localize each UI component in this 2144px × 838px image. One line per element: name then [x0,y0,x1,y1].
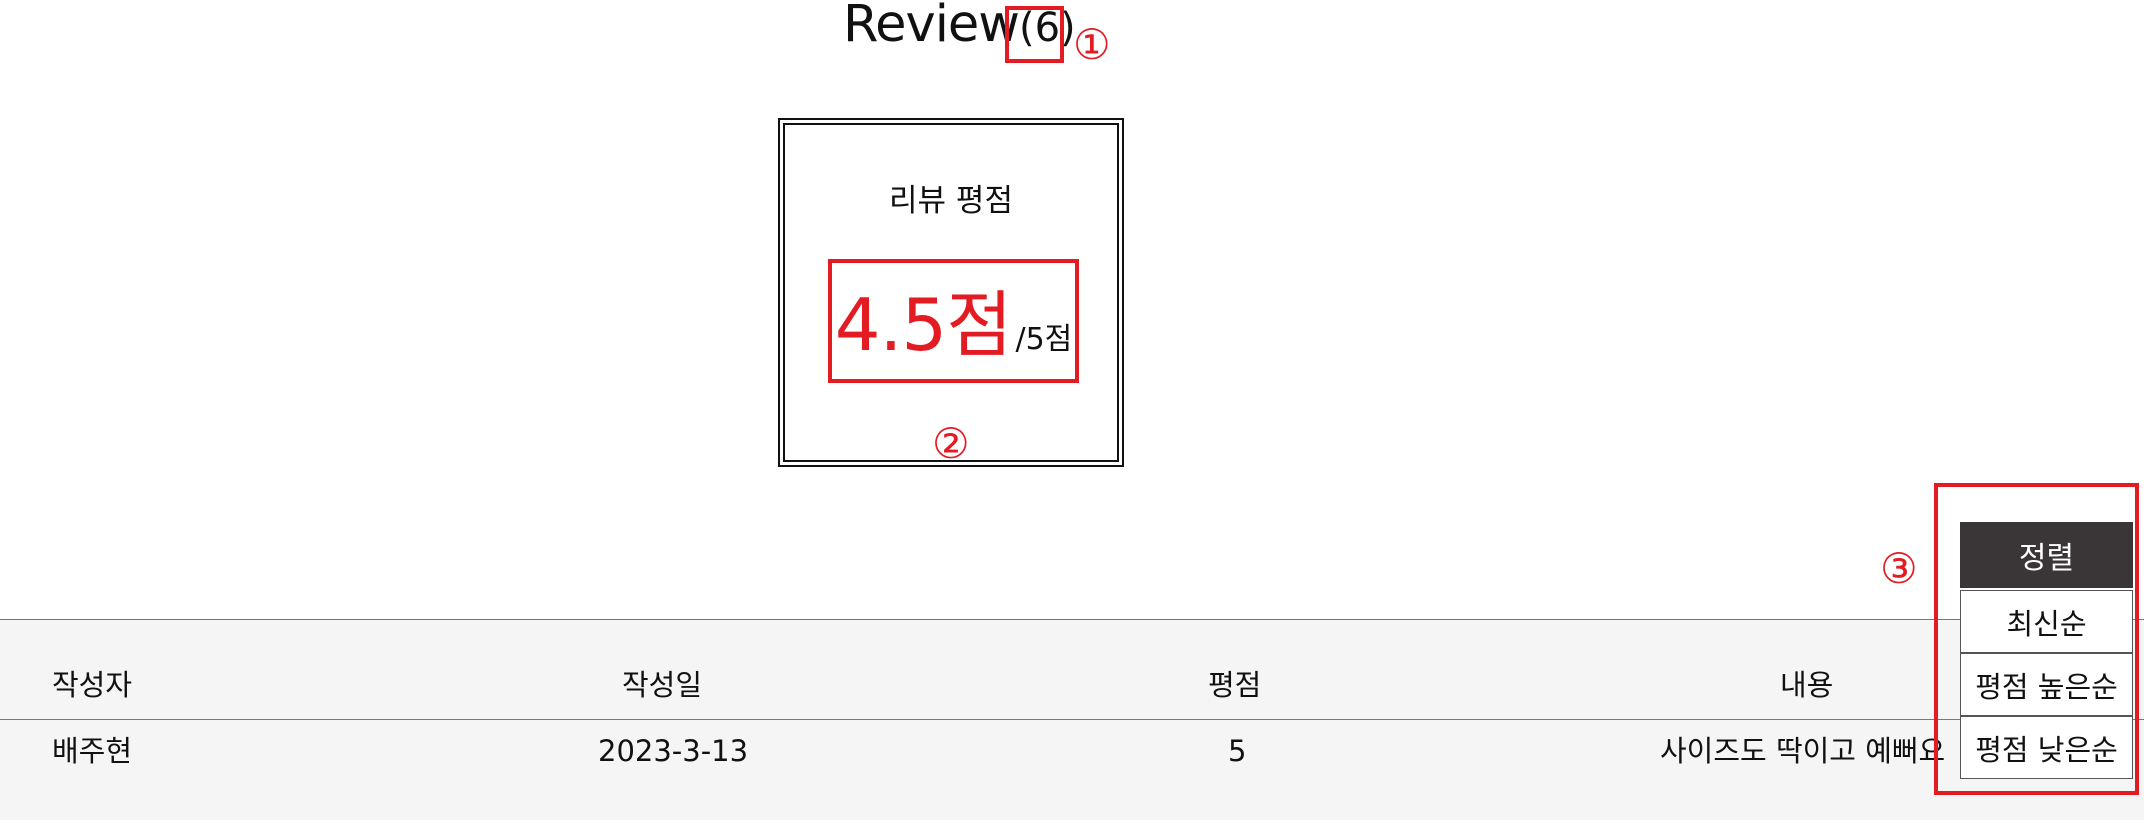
rating-max: /5점 [1015,322,1073,357]
sort-option-latest[interactable]: 최신순 [1960,590,2133,653]
table-row[interactable]: 배주현 2023-3-13 5 사이즈도 딱이고 예뻐요 [0,620,2144,768]
rating-card: 리뷰 평점 4.5점 /5점 [778,118,1124,467]
annotation-box-rating: 4.5점 /5점 [828,259,1079,383]
annotation-box-count [1005,6,1064,63]
sort-button[interactable]: 정렬 [1960,522,2133,588]
review-table: 작성자 작성일 평점 내용 배주현 2023-3-13 5 사이즈도 딱이고 예… [0,619,2144,820]
row-content: 사이즈도 딱이고 예뻐요 [1660,734,1946,768]
rating-label: 리뷰 평점 [889,183,1013,219]
sort-option-rating-high[interactable]: 평점 높은순 [1960,653,2133,716]
row-score: 5 [1228,734,1247,768]
annotation-marker-2: ② [932,419,970,468]
row-date: 2023-3-13 [598,734,749,768]
annotation-marker-3: ③ [1880,544,1918,593]
row-author: 배주현 [52,734,133,768]
rating-value: 4.5점 [834,283,1013,367]
review-title-text: Review [843,0,1020,54]
sort-option-rating-low[interactable]: 평점 낮은순 [1960,716,2133,779]
annotation-box-sort: 정렬 최신순 평점 높은순 평점 낮은순 [1934,483,2139,795]
annotation-marker-1: ① [1073,20,1111,69]
